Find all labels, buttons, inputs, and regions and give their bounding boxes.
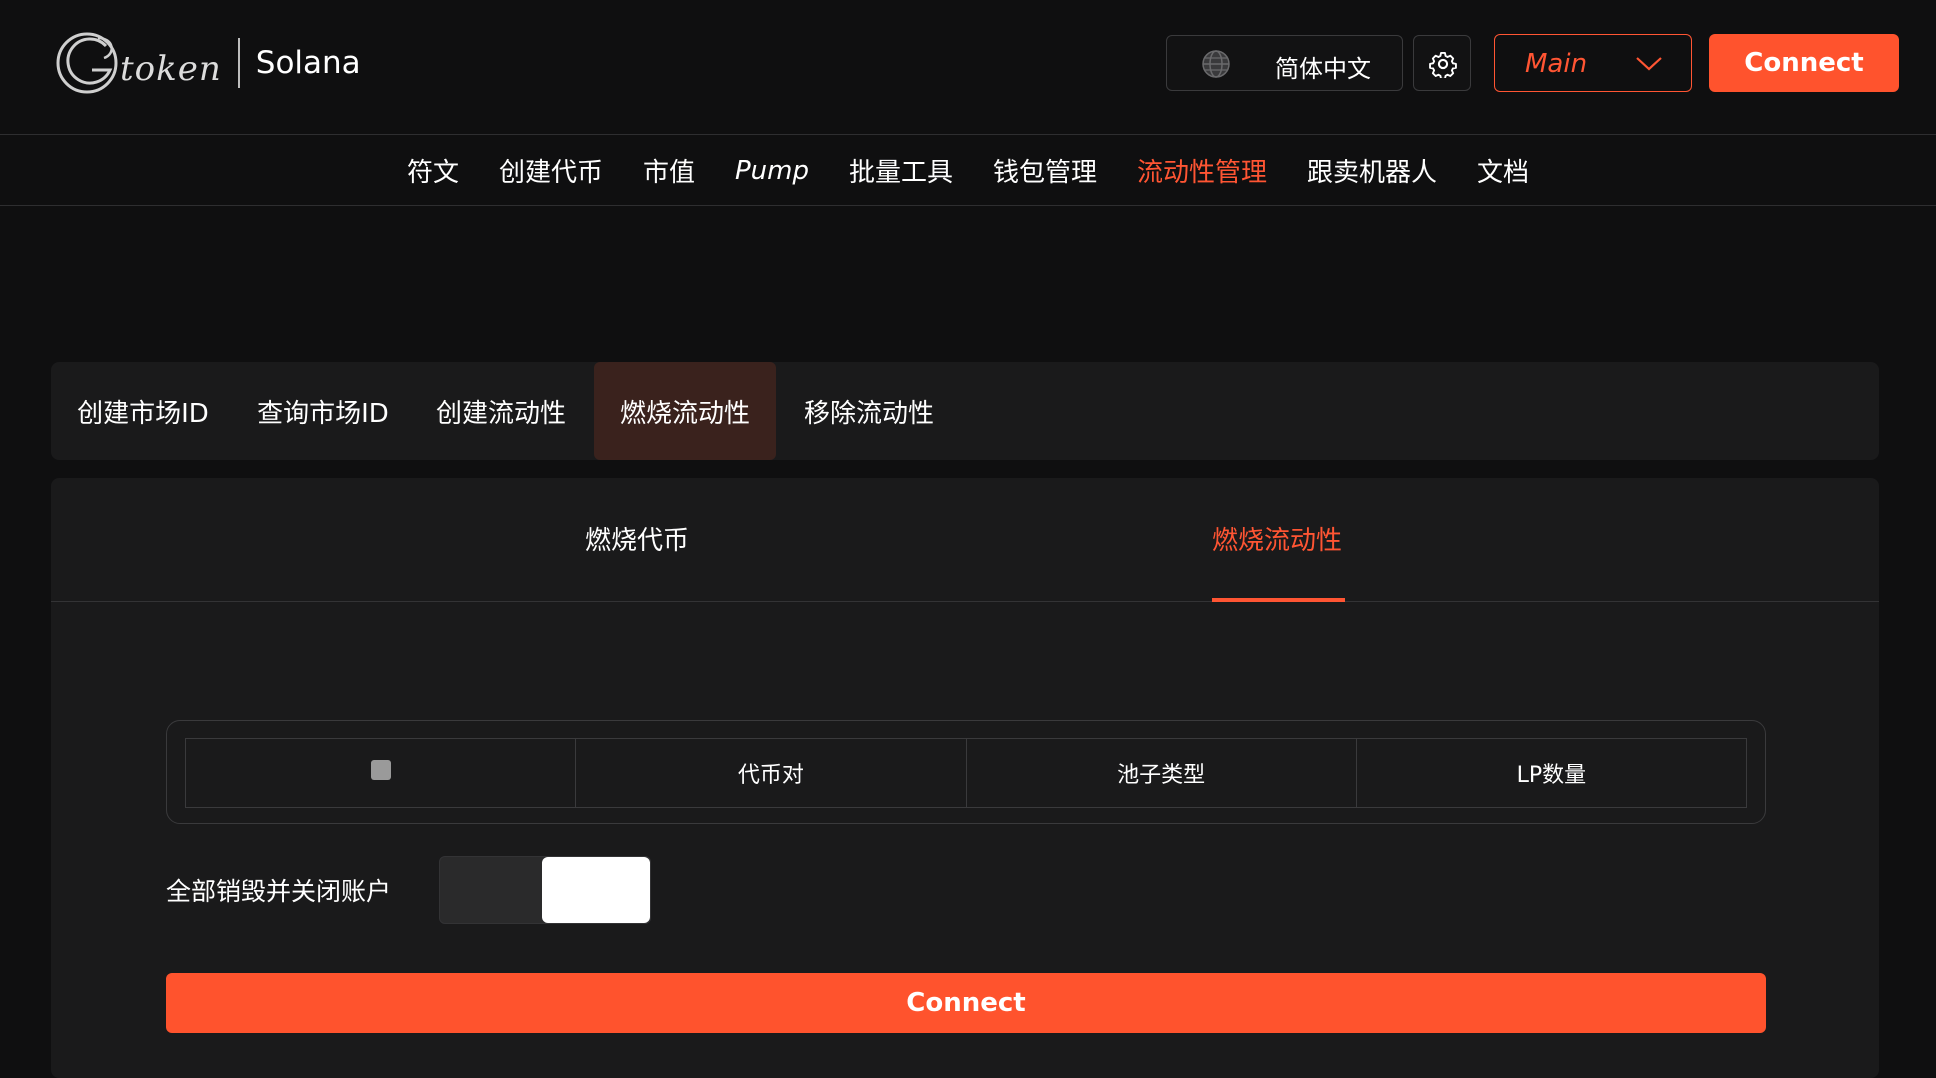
tab-create-liquidity[interactable]: 创建流动性 <box>431 362 571 460</box>
select-all-column <box>186 739 577 807</box>
select-all-checkbox[interactable] <box>370 760 391 780</box>
active-subtab-indicator <box>1212 598 1345 602</box>
tab-remove-liquidity[interactable]: 移除流动性 <box>799 362 939 460</box>
network-select[interactable]: Main <box>1494 34 1692 92</box>
logo-g-icon <box>56 32 118 94</box>
nav-item-market-cap[interactable]: 市值 <box>643 152 695 189</box>
lp-table-header: 代币对 池子类型 LP数量 <box>185 738 1747 808</box>
language-selector[interactable]: 简体中文 <box>1166 35 1403 91</box>
column-header-token-pair: 代币对 <box>576 739 967 807</box>
logo-divider <box>237 38 240 88</box>
lp-table-container: 代币对 池子类型 LP数量 <box>166 720 1766 824</box>
tab-burn-liquidity[interactable]: 燃烧流动性 <box>594 362 776 460</box>
nav-item-docs[interactable]: 文档 <box>1477 152 1529 189</box>
tab-create-market-id[interactable]: 创建市场ID <box>75 362 211 460</box>
main-nav: 符文 创建代币 市值 Pump 批量工具 钱包管理 流动性管理 跟卖机器人 文档 <box>0 136 1936 206</box>
nav-item-batch-tools[interactable]: 批量工具 <box>849 152 953 189</box>
column-header-lp-amount: LP数量 <box>1516 763 1587 788</box>
nav-item-create-token[interactable]: 创建代币 <box>499 152 603 189</box>
gear-icon <box>1429 51 1457 78</box>
burn-all-close-label: 全部销毁并关闭账户 <box>166 877 392 906</box>
liquidity-tabs: 创建市场ID 查询市场ID 创建流动性 燃烧流动性 移除流动性 <box>51 362 1879 460</box>
header: token Solana 简体中文 Main Connect <box>0 0 1936 135</box>
subtab-burn-liquidity[interactable]: 燃烧流动性 <box>1212 520 1342 557</box>
toggle-knob <box>542 857 650 923</box>
tab-query-market-id[interactable]: 查询市场ID <box>255 362 391 460</box>
settings-button[interactable] <box>1413 35 1471 91</box>
nav-item-wallet-management[interactable]: 钱包管理 <box>993 152 1097 189</box>
burn-subtabs: 燃烧代币 燃烧流动性 <box>51 478 1879 602</box>
chain-name: Solana <box>255 45 361 81</box>
chevron-down-icon <box>1636 57 1662 71</box>
column-header-pool-type: 池子类型 <box>967 739 1357 807</box>
nav-item-copy-sell-bot[interactable]: 跟卖机器人 <box>1307 152 1437 189</box>
burn-panel: 燃烧代币 燃烧流动性 代币对 池子类型 LP数量 全部销毁并关闭账户 Conne… <box>51 478 1879 1078</box>
nav-item-runes[interactable]: 符文 <box>407 152 459 189</box>
nav-item-pump[interactable]: Pump <box>735 156 809 186</box>
logo-wordmark: token <box>120 49 222 89</box>
burn-all-close-toggle[interactable] <box>439 856 651 924</box>
network-label: Main <box>1525 49 1588 79</box>
nav-item-liquidity-management[interactable]: 流动性管理 <box>1137 152 1267 189</box>
connect-wallet-button[interactable]: Connect <box>1709 34 1899 92</box>
subtab-burn-token[interactable]: 燃烧代币 <box>585 520 689 557</box>
logo[interactable]: token Solana <box>54 30 361 96</box>
connect-button[interactable]: Connect <box>166 973 1766 1033</box>
language-label: 简体中文 <box>1275 55 1371 83</box>
globe-icon <box>1202 50 1230 78</box>
